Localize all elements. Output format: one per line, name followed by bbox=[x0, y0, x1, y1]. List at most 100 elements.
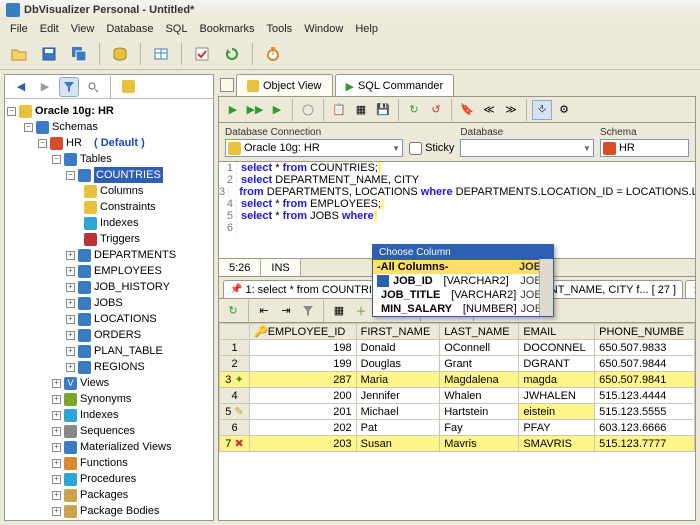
tree-triggers[interactable]: Triggers bbox=[100, 231, 140, 247]
db-connection-combo[interactable]: Oracle 10g: HR▼ bbox=[225, 139, 403, 157]
grid-button[interactable]: ▦ bbox=[351, 100, 371, 120]
row-header[interactable]: 2 bbox=[220, 356, 250, 372]
row-header[interactable]: 3 ✦ bbox=[220, 372, 250, 388]
bookmark-button[interactable]: 🔖 bbox=[457, 100, 477, 120]
menu-help[interactable]: Help bbox=[355, 23, 378, 35]
schema-combo[interactable]: HR bbox=[600, 139, 689, 157]
tree-orders[interactable]: ORDERS bbox=[94, 327, 141, 343]
settings-button[interactable]: ⚙ bbox=[554, 100, 574, 120]
col-header[interactable]: EMAIL bbox=[519, 324, 595, 340]
tree-hr[interactable]: HR bbox=[66, 135, 82, 151]
tree-panel[interactable]: ◀ ▶ −Oracle 10g: HR −Schemas −HR ( Defau… bbox=[4, 74, 214, 521]
run-button[interactable]: ▶ bbox=[223, 100, 243, 120]
db-tree[interactable]: −Oracle 10g: HR −Schemas −HR ( Default )… bbox=[5, 99, 213, 521]
tree-fwd-button[interactable]: ▶ bbox=[35, 77, 55, 97]
sql-toolbar: ▶ ▶▶ ▶ 📋 ▦ 💾 ↻ ↺ 🔖 ≪ ≫ ⎀ ⚙ bbox=[218, 96, 696, 122]
tree-search-button[interactable] bbox=[83, 77, 103, 97]
table-button[interactable] bbox=[148, 41, 174, 67]
tree-indexes[interactable]: Indexes bbox=[100, 215, 139, 231]
sticky-checkbox[interactable] bbox=[409, 142, 422, 155]
grid-refresh-button[interactable]: ↻ bbox=[223, 301, 243, 321]
tree-tables[interactable]: Tables bbox=[80, 151, 112, 167]
tree-schemas[interactable]: Schemas bbox=[52, 119, 98, 135]
stop-button[interactable] bbox=[298, 100, 318, 120]
tree-countries[interactable]: COUNTRIES bbox=[94, 167, 163, 183]
menu-window[interactable]: Window bbox=[304, 23, 343, 35]
tree-regions[interactable]: REGIONS bbox=[94, 359, 145, 375]
tree-jobhistory[interactable]: JOB_HISTORY bbox=[94, 279, 170, 295]
tree-sequences[interactable]: Sequences bbox=[80, 423, 135, 439]
run-current-button[interactable]: ▶ bbox=[267, 100, 287, 120]
main-toolbar bbox=[0, 38, 700, 70]
grid-add-button[interactable]: ＋ bbox=[351, 301, 371, 321]
copy-button[interactable]: 📋 bbox=[329, 100, 349, 120]
menu-file[interactable]: File bbox=[10, 23, 28, 35]
history-back-button[interactable]: ≪ bbox=[479, 100, 499, 120]
tree-packages[interactable]: Packages bbox=[80, 487, 128, 503]
tab-sql-commander[interactable]: ▶SQL Commander bbox=[335, 74, 455, 96]
timer-button[interactable] bbox=[260, 41, 286, 67]
tree-employees[interactable]: EMPLOYEES bbox=[94, 263, 162, 279]
tree-plantable[interactable]: PLAN_TABLE bbox=[94, 343, 163, 359]
tree-views[interactable]: Views bbox=[80, 375, 109, 391]
tree-back-button[interactable]: ◀ bbox=[11, 77, 31, 97]
connect-button[interactable] bbox=[107, 41, 133, 67]
result-tab-3[interactable]: 📌3: select * fron bbox=[685, 280, 696, 298]
grid-export-button[interactable]: ▦ bbox=[329, 301, 349, 321]
col-header[interactable]: PHONE_NUMBE bbox=[595, 324, 695, 340]
save-sql-button[interactable]: 💾 bbox=[373, 100, 393, 120]
popup-all-columns[interactable]: -All Columns-JOBS bbox=[373, 260, 553, 274]
tree-columns[interactable]: Columns bbox=[100, 183, 143, 199]
row-header[interactable]: 7 ✖ bbox=[220, 436, 250, 452]
tree-synonyms[interactable]: Synonyms bbox=[80, 391, 131, 407]
result-grid[interactable]: 🔑EMPLOYEE_IDFIRST_NAMELAST_NAMEEMAILPHON… bbox=[218, 323, 696, 521]
menu-tools[interactable]: Tools bbox=[267, 23, 293, 35]
tree-filter-button[interactable] bbox=[59, 77, 79, 97]
tab-object-view[interactable]: Object View bbox=[236, 74, 333, 96]
tree-procedures[interactable]: Procedures bbox=[80, 471, 136, 487]
tree-locations[interactable]: LOCATIONS bbox=[94, 311, 157, 327]
menu-bookmarks[interactable]: Bookmarks bbox=[199, 23, 254, 35]
menu-edit[interactable]: Edit bbox=[40, 23, 59, 35]
save-all-button[interactable] bbox=[66, 41, 92, 67]
tree-db-button[interactable] bbox=[118, 77, 138, 97]
tree-packagebodies[interactable]: Package Bodies bbox=[80, 503, 160, 519]
col-header[interactable]: 🔑EMPLOYEE_ID bbox=[250, 324, 357, 340]
commit-button[interactable]: ↻ bbox=[404, 100, 424, 120]
open-folder-button[interactable] bbox=[6, 41, 32, 67]
rollback-button[interactable]: ↺ bbox=[426, 100, 446, 120]
row-header[interactable]: 1 bbox=[220, 340, 250, 356]
refresh-button[interactable] bbox=[219, 41, 245, 67]
popup-item-jobtitle[interactable]: JOB_TITLE [VARCHAR2]JOBS bbox=[373, 288, 553, 302]
tree-jobs[interactable]: JOBS bbox=[94, 295, 123, 311]
tree-matviews[interactable]: Materialized Views bbox=[80, 439, 172, 455]
history-fwd-button[interactable]: ≫ bbox=[501, 100, 521, 120]
save-button[interactable] bbox=[36, 41, 62, 67]
autocomplete-button[interactable]: ⎀ bbox=[532, 100, 552, 120]
tree-constraints[interactable]: Constraints bbox=[100, 199, 156, 215]
col-header[interactable]: LAST_NAME bbox=[440, 324, 519, 340]
col-header[interactable]: FIRST_NAME bbox=[356, 324, 440, 340]
tree-javasources[interactable]: Java Sources bbox=[80, 519, 147, 521]
tree-root[interactable]: Oracle 10g: HR bbox=[35, 103, 114, 119]
menu-view[interactable]: View bbox=[71, 23, 95, 35]
row-header[interactable]: 6 bbox=[220, 420, 250, 436]
popup-item-jobid[interactable]: JOB_ID [VARCHAR2]JOBS bbox=[373, 274, 553, 288]
row-header[interactable]: 5 ✎ bbox=[220, 404, 250, 420]
menu-database[interactable]: Database bbox=[106, 23, 153, 35]
database-combo[interactable]: ▼ bbox=[460, 139, 594, 157]
autocomplete-popup[interactable]: Choose Column -All Columns-JOBS JOB_ID [… bbox=[372, 244, 554, 317]
grid-filter-button[interactable] bbox=[298, 301, 318, 321]
tree-departments[interactable]: DEPARTMENTS bbox=[94, 247, 176, 263]
check-button[interactable] bbox=[189, 41, 215, 67]
tree-functions[interactable]: Functions bbox=[80, 455, 128, 471]
col-header[interactable] bbox=[220, 324, 250, 340]
menu-sql[interactable]: SQL bbox=[165, 23, 187, 35]
grid-last-button[interactable]: ⇥ bbox=[276, 301, 296, 321]
grid-first-button[interactable]: ⇤ bbox=[254, 301, 274, 321]
row-header[interactable]: 4 bbox=[220, 388, 250, 404]
popup-scrollbar[interactable] bbox=[539, 259, 553, 316]
run-script-button[interactable]: ▶▶ bbox=[245, 100, 265, 120]
tree-indexes2[interactable]: Indexes bbox=[80, 407, 119, 423]
popup-item-minsalary[interactable]: MIN_SALARY [NUMBER]JOBS bbox=[373, 302, 553, 316]
